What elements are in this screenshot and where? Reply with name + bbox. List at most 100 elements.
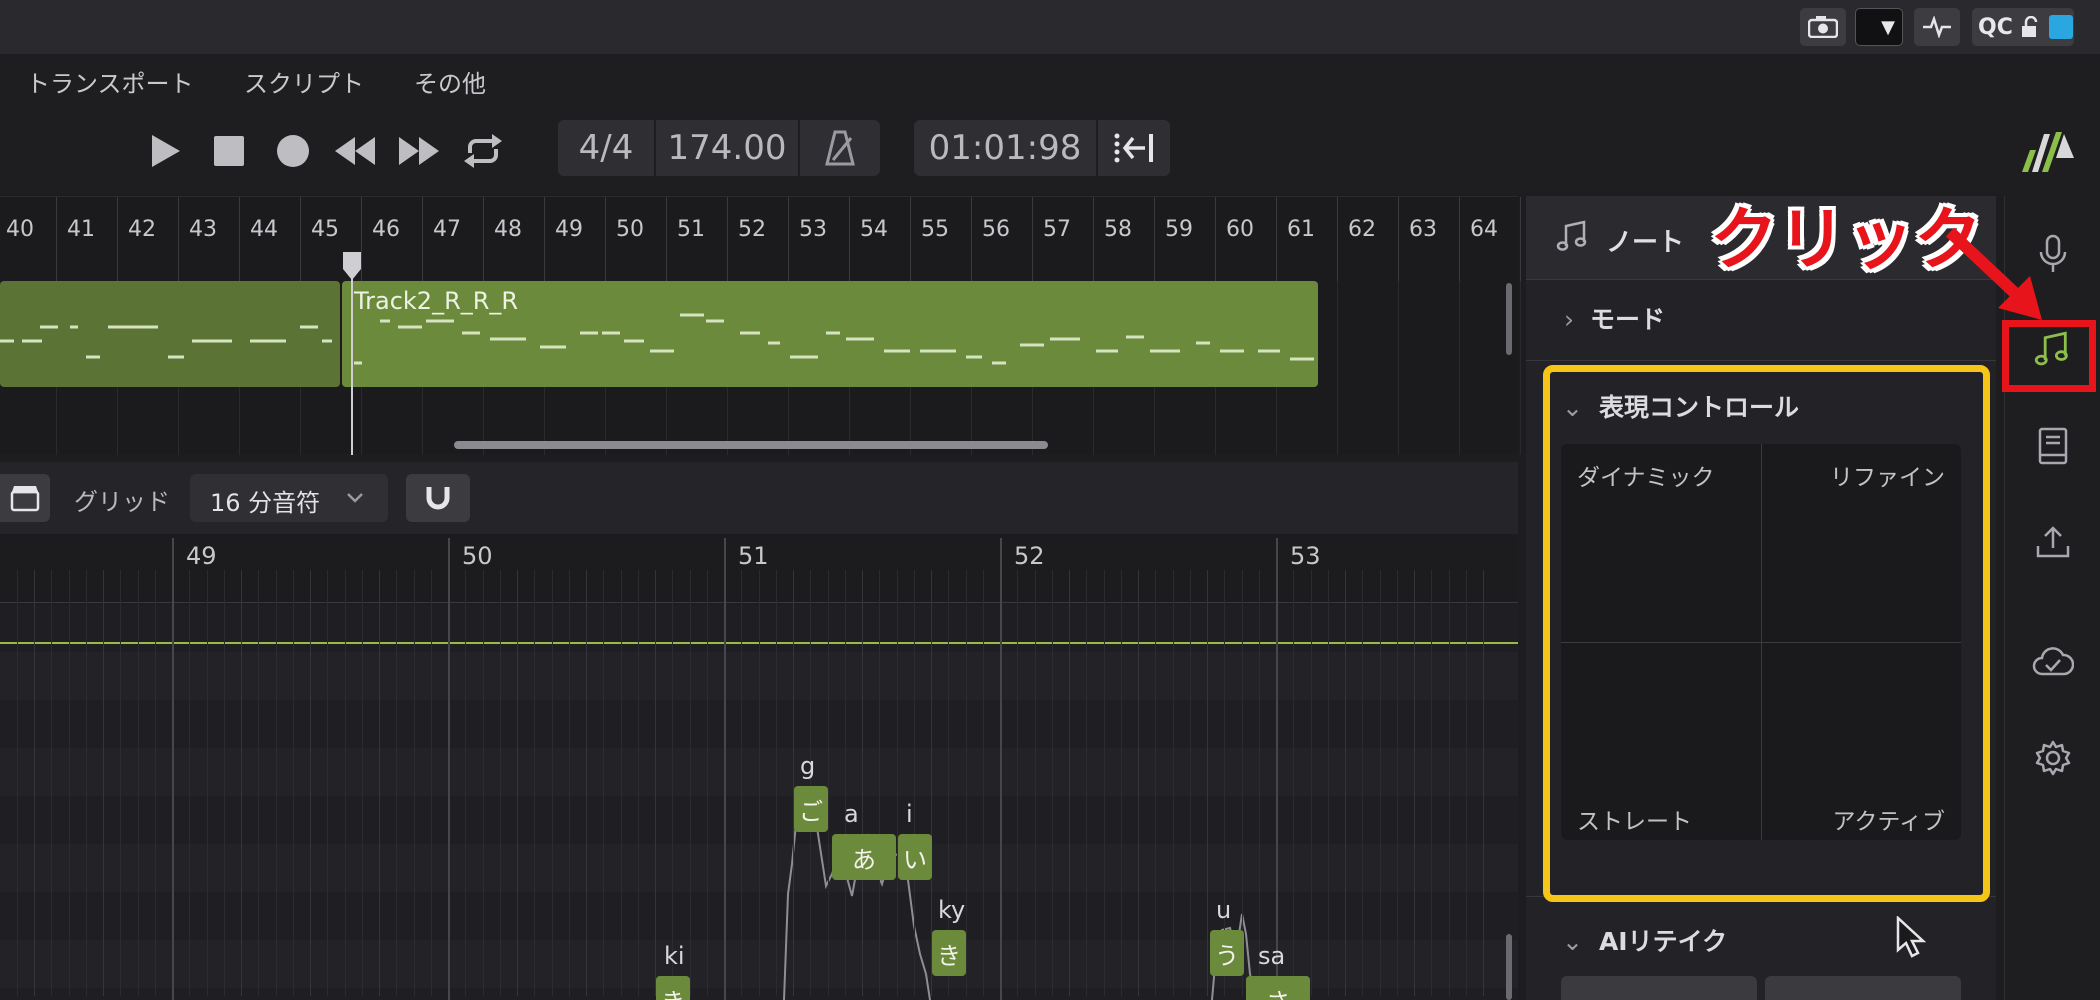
piano-roll-grid-line <box>1173 570 1174 996</box>
return-to-start-button[interactable] <box>1098 120 1170 176</box>
piano-roll-grid-line <box>1104 570 1105 996</box>
piano-roll-grid-line <box>1345 570 1346 996</box>
menu-bar: トランスポート スクリプト その他 <box>0 54 2100 106</box>
piano-roll-grid-line <box>155 570 156 996</box>
camera-button[interactable] <box>1800 8 1846 46</box>
menu-script[interactable]: スクリプト <box>244 64 364 99</box>
color-swatch <box>2048 15 2073 39</box>
piano-roll-grid-line <box>1483 570 1484 996</box>
sidebar-cloud-button[interactable] <box>2029 638 2077 686</box>
piano-roll-grid-line <box>845 570 846 996</box>
timeline-bar-number: 47 <box>433 217 461 242</box>
note-sa[interactable]: さ <box>1246 976 1310 1000</box>
pulse-button[interactable] <box>1914 8 1960 46</box>
app-window: ▼ QC トランスポート スクリプト その他 4/4 174.00 01:01:… <box>0 0 2100 1000</box>
timeline-bar-number: 53 <box>799 217 827 242</box>
timeline-bar-tick <box>1398 197 1399 281</box>
timeline-bar-tick <box>117 197 118 281</box>
piano-roll-grid-line <box>603 570 604 996</box>
piano-roll-grid-line <box>17 570 18 996</box>
timeline-bar-number: 62 <box>1348 217 1376 242</box>
timeline-scrollbar[interactable] <box>454 441 1048 449</box>
dropdown-arrow-icon: ▼ <box>1881 16 1895 38</box>
mode-section-label: モード <box>1590 305 1666 334</box>
piano-roll-grid-line <box>1380 570 1381 996</box>
note-i[interactable]: い <box>898 834 932 880</box>
book-icon <box>2038 427 2068 465</box>
record-button[interactable] <box>270 128 316 174</box>
time-signature-display[interactable]: 4/4 <box>558 120 654 176</box>
piano-roll-grid-line <box>1362 570 1363 996</box>
snap-magnet-button[interactable] <box>406 474 470 522</box>
piano-roll-grid-line <box>1328 570 1329 996</box>
note-lyric: さ <box>1266 982 1290 1000</box>
playhead-marker-icon[interactable] <box>342 251 362 281</box>
piano-roll-grid-line <box>207 570 208 996</box>
tempo-display[interactable]: 174.00 <box>656 120 798 176</box>
piano-roll-grid-line <box>741 570 742 996</box>
timeline-bar-number: 63 <box>1409 217 1437 242</box>
sidebar-settings-button[interactable] <box>2029 734 2077 782</box>
timeline-bar-tick <box>1520 197 1521 281</box>
menu-other[interactable]: その他 <box>414 64 486 99</box>
note-a[interactable]: あ <box>832 834 896 880</box>
chevron-down-icon <box>347 493 363 503</box>
dropdown-button[interactable]: ▼ <box>1855 8 1903 46</box>
piano-roll-grid-line <box>224 570 225 996</box>
piano-roll-vertical-scrollbar[interactable] <box>1506 934 1512 1000</box>
timeline-bar-number: 43 <box>189 217 217 242</box>
piano-roll-grid-line <box>34 570 35 996</box>
phoneme-label: g <box>800 752 816 780</box>
timeline-bar-number: 49 <box>555 217 583 242</box>
metronome-button[interactable] <box>800 120 880 176</box>
piano-roll-grid-line <box>879 570 880 996</box>
timeline-bar-tick <box>605 197 606 281</box>
mode-section-header[interactable]: › モード <box>1526 300 1996 336</box>
arrangement-timeline[interactable]: Track2_R_R_R 40 41 42 43 44 45 46 47 48 49 50 51 52 5… <box>0 196 1521 455</box>
piano-roll-grid-line <box>1035 570 1036 996</box>
piano-roll-grid-line <box>1311 570 1312 996</box>
fast-forward-button[interactable] <box>396 128 442 174</box>
piano-roll-grid-line <box>621 570 622 996</box>
playhead-line[interactable] <box>351 253 353 455</box>
piano-roll-grid-line <box>1155 570 1156 996</box>
piano-roll-grid-line <box>86 570 87 996</box>
piano-roll-grid-line <box>276 570 277 996</box>
magnet-icon <box>426 487 450 510</box>
sidebar-lyrics-button[interactable] <box>2029 422 2077 470</box>
timeline-bar-tick <box>1093 197 1094 281</box>
play-button[interactable] <box>142 128 188 174</box>
grid-dropdown[interactable]: 16 分音符 <box>190 474 388 522</box>
timeline-bar-number: 48 <box>494 217 522 242</box>
piano-roll[interactable]: ご g あ a い i き ky き ki う u さ sa 49 50 51 52 5… <box>0 534 1518 1000</box>
stop-icon <box>214 136 244 166</box>
sidebar-export-button[interactable] <box>2029 518 2077 566</box>
upload-icon <box>2036 526 2070 558</box>
loop-button[interactable] <box>460 128 506 174</box>
time-display[interactable]: 01:01:98 <box>914 120 1096 176</box>
note-ki[interactable]: き <box>932 930 966 976</box>
piano-roll-grid-line <box>672 570 673 996</box>
note-ki-2[interactable]: き <box>656 976 690 1000</box>
return-to-start-icon <box>1114 133 1153 163</box>
clip-view-button[interactable] <box>0 474 50 522</box>
qc-button[interactable]: QC <box>1972 8 2074 46</box>
timeline-bar-tick <box>239 197 240 281</box>
transport-bar: 4/4 174.00 01:01:98 <box>0 106 2100 194</box>
note-go[interactable]: ご <box>794 786 828 832</box>
piano-roll-grid-line <box>483 570 484 996</box>
piano-roll-grid-line <box>51 570 52 996</box>
piano-roll-grid-line <box>1086 570 1087 996</box>
timeline-bar-number: 60 <box>1226 217 1254 242</box>
ai-retake-button-2[interactable] <box>1765 976 1961 1000</box>
top-status-bar: ▼ QC <box>0 0 2100 54</box>
stop-button[interactable] <box>206 128 252 174</box>
ai-retake-button-1[interactable] <box>1561 976 1757 1000</box>
piano-roll-grid-line <box>586 570 587 996</box>
timeline-bar-number: 59 <box>1165 217 1193 242</box>
timeline-vertical-scrollbar[interactable] <box>1506 283 1512 355</box>
rewind-button[interactable] <box>332 128 378 174</box>
grid-value: 16 分音符 <box>210 489 321 517</box>
note-u[interactable]: う <box>1210 930 1244 976</box>
menu-transport[interactable]: トランスポート <box>26 64 194 99</box>
